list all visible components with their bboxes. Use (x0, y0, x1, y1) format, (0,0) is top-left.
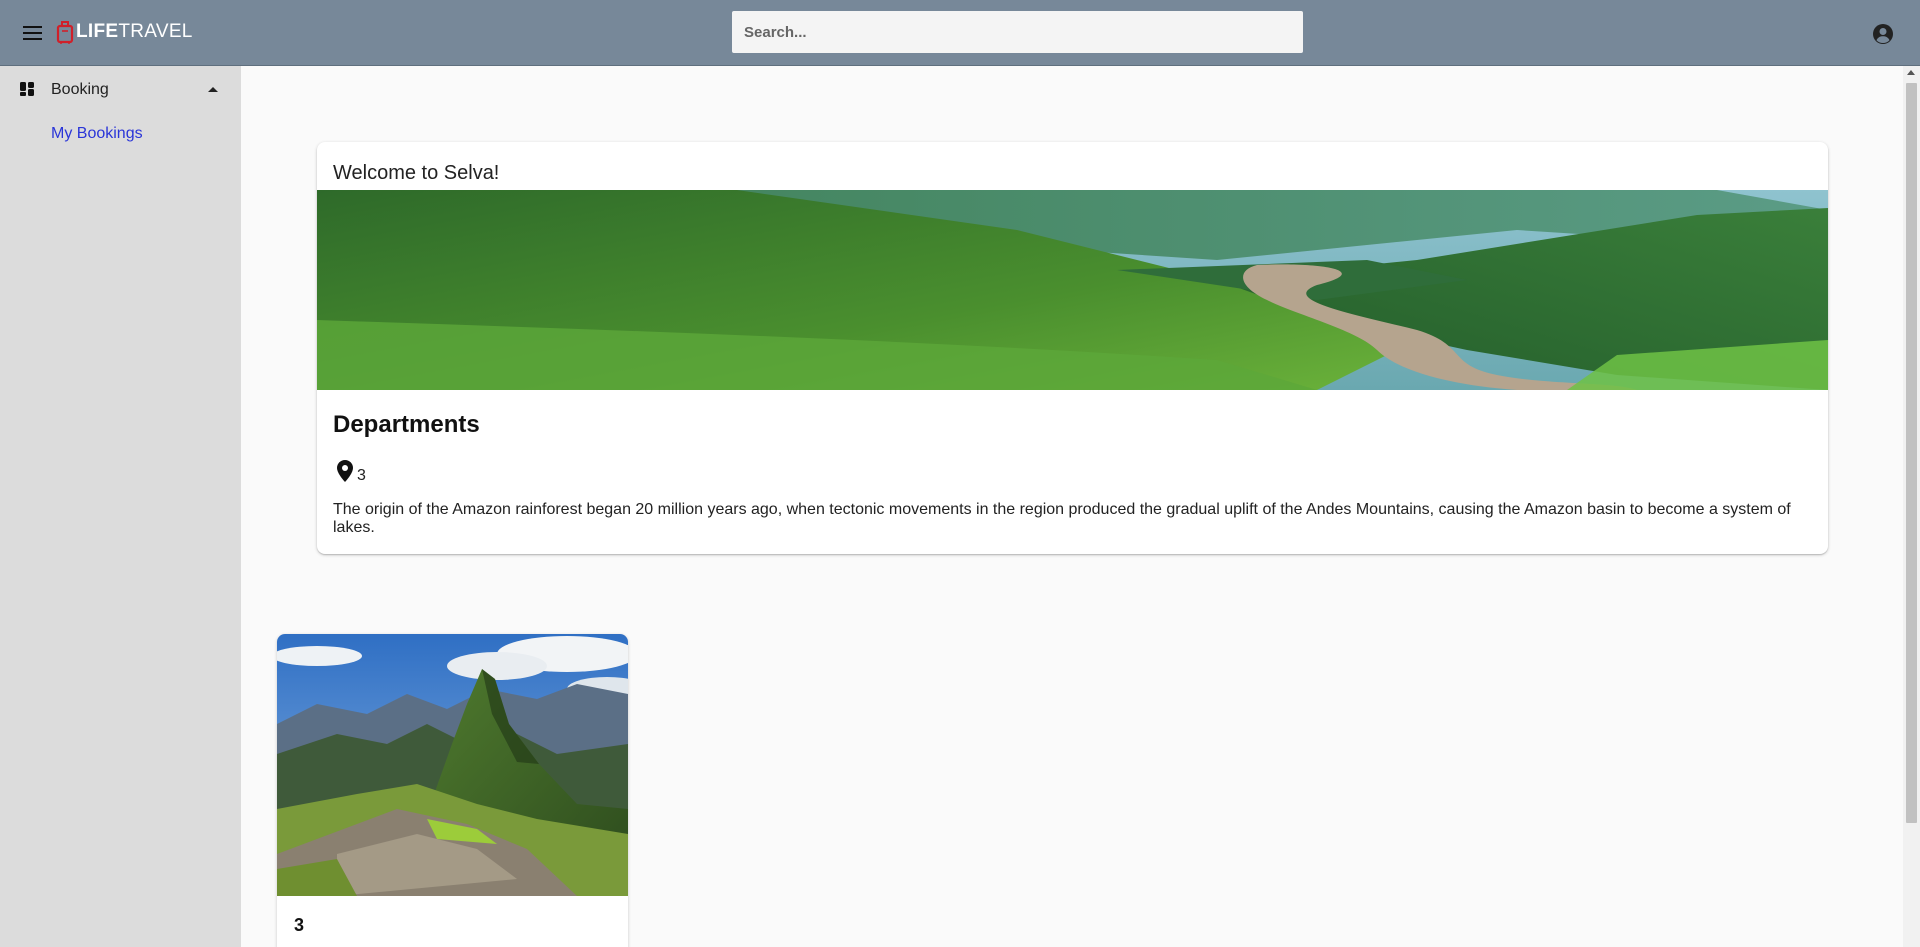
destination-card-title: 3 (294, 915, 305, 935)
departments-heading: Departments (333, 411, 480, 438)
sidebar-item-my-bookings[interactable]: My Bookings (51, 125, 143, 143)
brand-life-text: LIFE (76, 21, 119, 42)
booking-icon (20, 82, 34, 96)
machu-picchu-image (277, 634, 628, 896)
destination-card[interactable]: 3 (277, 634, 628, 947)
top-app-bar: LIFE TRAVEL (0, 0, 1920, 66)
welcome-description: The origin of the Amazon rainforest bega… (333, 501, 1791, 536)
welcome-card: Welcome to Selva! Departments 3 The orig… (317, 142, 1828, 554)
suitcase-icon (56, 21, 74, 44)
scroll-up-arrow-icon[interactable] (1907, 70, 1915, 75)
hamburger-menu-icon[interactable] (20, 20, 46, 46)
brand-logo[interactable]: LIFE TRAVEL (56, 18, 193, 46)
scrollbar-thumb[interactable] (1906, 83, 1917, 823)
brand-travel-text: TRAVEL (118, 21, 193, 42)
chevron-up-icon (208, 87, 218, 92)
department-count: 3 (357, 467, 366, 484)
welcome-heading: Welcome to Selva! (333, 162, 500, 184)
search-input[interactable] (732, 11, 1303, 53)
sidebar-group-label: Booking (51, 81, 109, 98)
vertical-scrollbar[interactable] (1903, 66, 1920, 947)
rainforest-banner-image (317, 190, 1828, 390)
sidebar-group-booking[interactable]: Booking (0, 66, 241, 112)
account-circle-icon[interactable] (1871, 22, 1895, 46)
sidebar: Booking My Bookings (0, 66, 241, 947)
location-pin-icon (337, 460, 353, 482)
